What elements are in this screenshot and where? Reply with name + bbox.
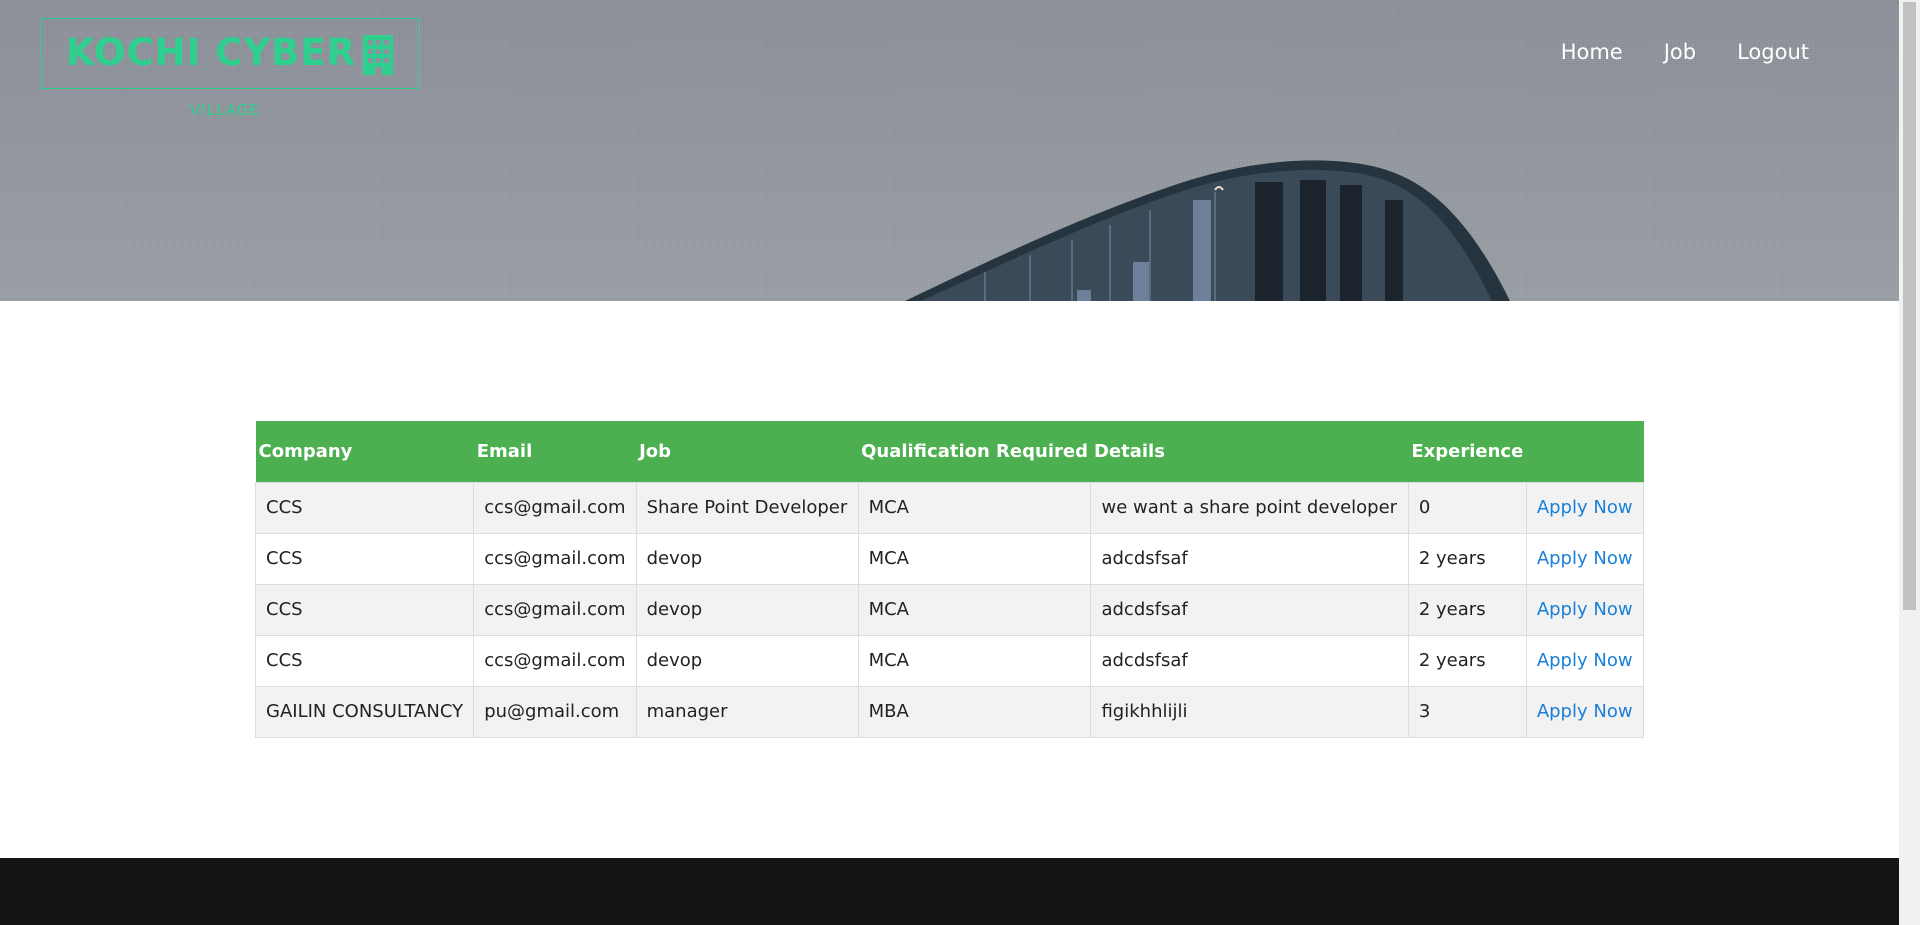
header-details: Details bbox=[1090, 421, 1409, 482]
nav-job-link[interactable]: Job bbox=[1664, 40, 1696, 64]
page: KOCHI CYBER VILLAGE Home Job Logout Comp… bbox=[0, 0, 1899, 925]
main-nav: Home Job Logout bbox=[1561, 40, 1809, 64]
table-row: CCS ccs@gmail.com Share Point Developer … bbox=[254, 481, 1645, 534]
hero-banner: KOCHI CYBER VILLAGE Home Job Logout bbox=[0, 0, 1899, 301]
header-email: Email bbox=[473, 421, 637, 482]
cell-details: adcdsfsaf bbox=[1090, 634, 1409, 687]
cell-email: ccs@gmail.com bbox=[473, 583, 637, 636]
header-qualification: Qualification Required bbox=[858, 421, 1091, 482]
logo-title: KOCHI CYBER bbox=[66, 31, 357, 74]
cell-email: ccs@gmail.com bbox=[473, 532, 637, 585]
cell-action: Apply Now bbox=[1525, 532, 1645, 585]
cell-details: we want a share point developer bbox=[1090, 481, 1409, 534]
cell-qualification: MCA bbox=[857, 583, 1092, 636]
apply-now-link[interactable]: Apply Now bbox=[1537, 599, 1633, 620]
cell-job: devop bbox=[635, 532, 859, 585]
cell-action: Apply Now bbox=[1525, 481, 1645, 534]
nav-logout-link[interactable]: Logout bbox=[1737, 40, 1809, 64]
vertical-scrollbar[interactable] bbox=[1899, 0, 1920, 925]
jobs-table: Company Email Job Qualification Required… bbox=[254, 421, 1645, 738]
cell-job: manager bbox=[635, 685, 859, 738]
apply-now-link[interactable]: Apply Now bbox=[1537, 497, 1633, 518]
cell-experience: 2 years bbox=[1407, 583, 1527, 636]
scrollbar-thumb[interactable] bbox=[1903, 2, 1916, 610]
cell-company: CCS bbox=[254, 481, 475, 534]
logo-subtitle: VILLAGE bbox=[190, 101, 260, 119]
cell-qualification: MCA bbox=[857, 481, 1092, 534]
apply-now-link[interactable]: Apply Now bbox=[1537, 650, 1633, 671]
cell-email: ccs@gmail.com bbox=[473, 481, 637, 534]
cell-email: ccs@gmail.com bbox=[473, 634, 637, 687]
cell-qualification: MCA bbox=[857, 532, 1092, 585]
cell-company: CCS bbox=[254, 532, 475, 585]
cell-company: GAILIN CONSULTANCY bbox=[254, 685, 475, 738]
building-icon bbox=[363, 35, 393, 75]
cell-experience: 3 bbox=[1407, 685, 1527, 738]
cell-details: adcdsfsaf bbox=[1090, 532, 1409, 585]
table-row: CCS ccs@gmail.com devop MCA adcdsfsaf 2 … bbox=[254, 634, 1645, 687]
header-experience: Experience bbox=[1408, 421, 1527, 482]
cell-company: CCS bbox=[254, 583, 475, 636]
footer bbox=[0, 858, 1899, 925]
cell-experience: 2 years bbox=[1407, 634, 1527, 687]
nav-home-link[interactable]: Home bbox=[1561, 40, 1623, 64]
cell-company: CCS bbox=[254, 634, 475, 687]
header-action bbox=[1526, 421, 1644, 482]
table-row: CCS ccs@gmail.com devop MCA adcdsfsaf 2 … bbox=[254, 532, 1645, 585]
table-header-row: Company Email Job Qualification Required… bbox=[255, 421, 1644, 482]
cell-qualification: MCA bbox=[857, 634, 1092, 687]
header-company: Company bbox=[255, 421, 474, 482]
logo[interactable]: KOCHI CYBER bbox=[40, 18, 420, 89]
cell-experience: 2 years bbox=[1407, 532, 1527, 585]
cell-action: Apply Now bbox=[1525, 634, 1645, 687]
cell-job: Share Point Developer bbox=[635, 481, 859, 534]
apply-now-link[interactable]: Apply Now bbox=[1537, 701, 1633, 722]
cell-email: pu@gmail.com bbox=[473, 685, 637, 738]
cell-details: figikhhlijli bbox=[1090, 685, 1409, 738]
cell-action: Apply Now bbox=[1525, 583, 1645, 636]
apply-now-link[interactable]: Apply Now bbox=[1537, 548, 1633, 569]
cell-job: devop bbox=[635, 583, 859, 636]
cell-qualification: MBA bbox=[857, 685, 1092, 738]
cell-action: Apply Now bbox=[1525, 685, 1645, 738]
table-row: CCS ccs@gmail.com devop MCA adcdsfsaf 2 … bbox=[254, 583, 1645, 636]
table-row: GAILIN CONSULTANCY pu@gmail.com manager … bbox=[254, 685, 1645, 738]
header-job: Job bbox=[636, 421, 859, 482]
cell-job: devop bbox=[635, 634, 859, 687]
cell-details: adcdsfsaf bbox=[1090, 583, 1409, 636]
cell-experience: 0 bbox=[1407, 481, 1527, 534]
